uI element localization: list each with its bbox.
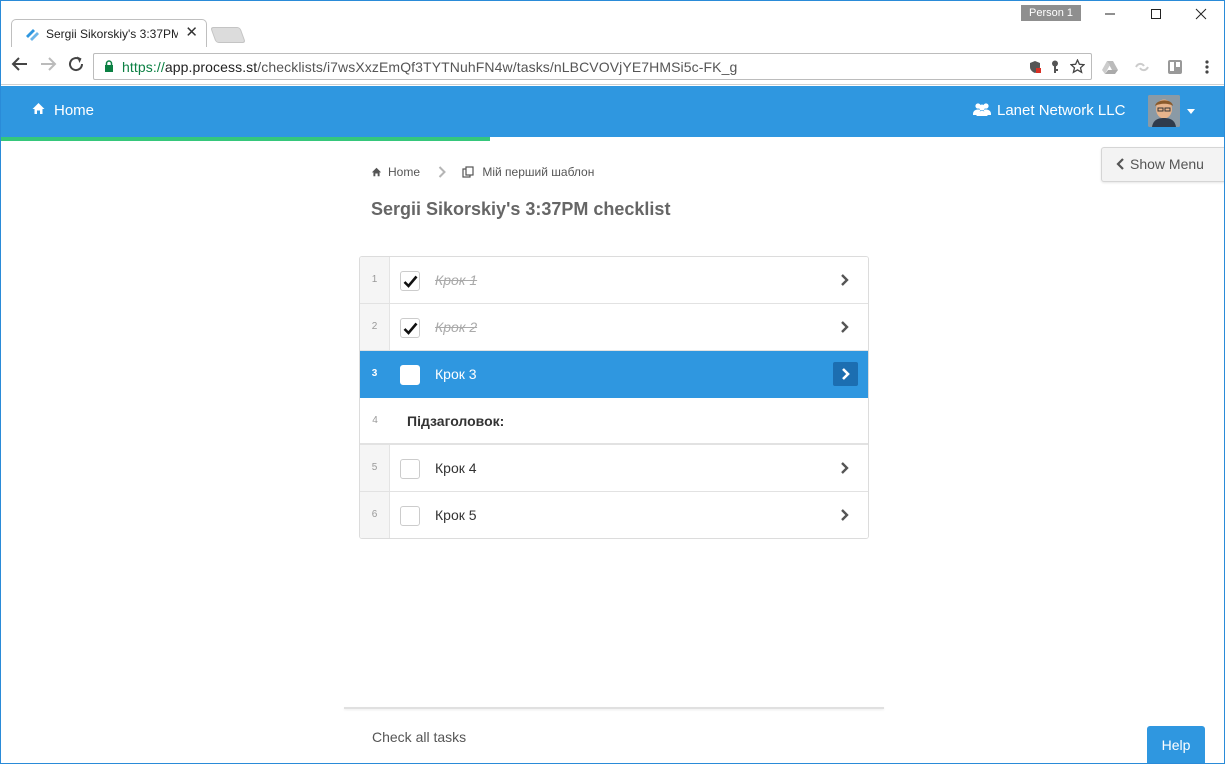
task-row[interactable]: 2 Крок 2 bbox=[360, 304, 868, 351]
title-bar: Sergii Sikorskiy's 3:37PM ✕ Person 1 bbox=[1, 1, 1224, 47]
tab-close-icon[interactable]: ✕ bbox=[185, 24, 198, 41]
task-checkbox[interactable] bbox=[400, 318, 420, 338]
footer-divider bbox=[344, 707, 884, 709]
bookmark-star-icon[interactable] bbox=[1070, 59, 1085, 74]
secure-lock-icon bbox=[105, 60, 113, 72]
task-number: 3 bbox=[360, 351, 390, 397]
forward-arrow-icon[interactable] bbox=[39, 55, 57, 73]
chevron-right-icon[interactable] bbox=[833, 362, 858, 386]
users-icon bbox=[973, 103, 991, 116]
organization-switcher[interactable]: Lanet Network LLC bbox=[973, 102, 1125, 119]
task-number: 2 bbox=[360, 304, 390, 350]
reload-icon[interactable] bbox=[67, 55, 85, 73]
breadcrumb-home[interactable]: Home bbox=[388, 165, 420, 179]
drive-extension-icon[interactable] bbox=[1102, 59, 1118, 75]
breadcrumb-home-icon bbox=[371, 167, 382, 177]
task-label: Крок 5 bbox=[435, 507, 477, 523]
template-copy-icon bbox=[462, 166, 474, 178]
task-checkbox[interactable] bbox=[400, 506, 420, 526]
user-avatar[interactable] bbox=[1148, 95, 1180, 127]
show-menu-label: Show Menu bbox=[1130, 156, 1204, 172]
home-icon bbox=[32, 103, 45, 114]
url-text[interactable]: https://app.process.st/checklists/i7wsXx… bbox=[122, 59, 737, 75]
user-menu-caret-icon[interactable] bbox=[1187, 109, 1195, 114]
new-tab-button[interactable] bbox=[210, 27, 246, 43]
close-window-icon[interactable] bbox=[1178, 3, 1224, 29]
task-label: Крок 1 bbox=[435, 272, 478, 288]
checklist-progress-bar bbox=[1, 137, 490, 141]
chevron-right-icon[interactable] bbox=[836, 506, 854, 524]
task-heading-row[interactable]: 4 Підзаголовок: bbox=[360, 398, 868, 445]
sync-extension-icon[interactable] bbox=[1134, 59, 1150, 75]
address-toolbar: https://app.process.st/checklists/i7wsXx… bbox=[1, 47, 1224, 85]
breadcrumb: Home Мій перший шаблон bbox=[371, 164, 594, 179]
key-icon[interactable] bbox=[1049, 60, 1061, 74]
url-host: app.process.st bbox=[164, 59, 258, 75]
task-checkbox[interactable] bbox=[400, 459, 420, 479]
chevron-right-icon[interactable] bbox=[836, 459, 854, 477]
show-menu-button[interactable]: Show Menu bbox=[1101, 147, 1224, 182]
task-checkbox[interactable] bbox=[400, 271, 420, 291]
nav-home-label: Home bbox=[54, 102, 95, 119]
task-row[interactable]: 5 Крок 4 bbox=[360, 445, 868, 492]
task-label: Крок 3 bbox=[435, 366, 477, 382]
task-row[interactable]: 6 Крок 5 bbox=[360, 492, 868, 538]
check-all-tasks-link[interactable]: Check all tasks bbox=[372, 729, 466, 745]
browser-tab[interactable]: Sergii Sikorskiy's 3:37PM ✕ bbox=[11, 19, 207, 47]
task-label: Крок 2 bbox=[435, 319, 478, 335]
url-scheme: https:// bbox=[122, 59, 165, 75]
process-street-favicon bbox=[26, 29, 39, 41]
nav-home-link[interactable]: Home bbox=[31, 102, 94, 119]
minimize-icon[interactable] bbox=[1087, 3, 1133, 29]
task-checkbox[interactable] bbox=[400, 365, 420, 385]
chevron-right-icon[interactable] bbox=[836, 318, 854, 336]
profile-badge[interactable]: Person 1 bbox=[1021, 5, 1081, 21]
task-number: 4 bbox=[360, 398, 390, 443]
back-arrow-icon[interactable] bbox=[11, 55, 29, 73]
app-navbar: Home Lanet Network LLC bbox=[1, 86, 1224, 137]
maximize-icon[interactable] bbox=[1133, 3, 1179, 29]
task-heading-label: Підзаголовок: bbox=[407, 413, 505, 429]
task-row[interactable]: 1 Крок 1 bbox=[360, 257, 868, 304]
page-title: Sergii Sikorskiy's 3:37PM checklist bbox=[371, 199, 671, 219]
chevron-left-icon bbox=[1116, 158, 1124, 170]
task-number: 6 bbox=[360, 492, 390, 538]
task-list: 1 Крок 1 2 Крок 2 3 Крок 3 4 Підзаголово… bbox=[359, 256, 869, 539]
task-label: Крок 4 bbox=[435, 460, 477, 476]
organization-name: Lanet Network LLC bbox=[997, 102, 1126, 119]
tab-title: Sergii Sikorskiy's 3:37PM bbox=[46, 27, 178, 41]
address-bar[interactable]: https://app.process.st/checklists/i7wsXx… bbox=[93, 53, 1092, 80]
checkmark-icon bbox=[403, 275, 418, 288]
help-button[interactable]: Help bbox=[1147, 726, 1205, 763]
breadcrumb-chevron-icon bbox=[439, 166, 447, 178]
task-number: 1 bbox=[360, 257, 390, 303]
checkmark-icon bbox=[403, 322, 418, 335]
shield-blocked-icon[interactable] bbox=[1028, 60, 1042, 74]
browser-window: Sergii Sikorskiy's 3:37PM ✕ Person 1 htt… bbox=[0, 0, 1225, 764]
task-row-active[interactable]: 3 Крок 3 bbox=[360, 351, 868, 398]
chrome-menu-icon[interactable] bbox=[1199, 59, 1215, 75]
url-path: /checklists/i7wsXxzEmQf3TYTNuhFN4w/tasks… bbox=[257, 59, 738, 75]
task-number: 5 bbox=[360, 445, 390, 491]
chevron-right-icon[interactable] bbox=[836, 271, 854, 289]
trello-extension-icon[interactable] bbox=[1167, 59, 1183, 75]
breadcrumb-template[interactable]: Мій перший шаблон bbox=[482, 165, 594, 179]
